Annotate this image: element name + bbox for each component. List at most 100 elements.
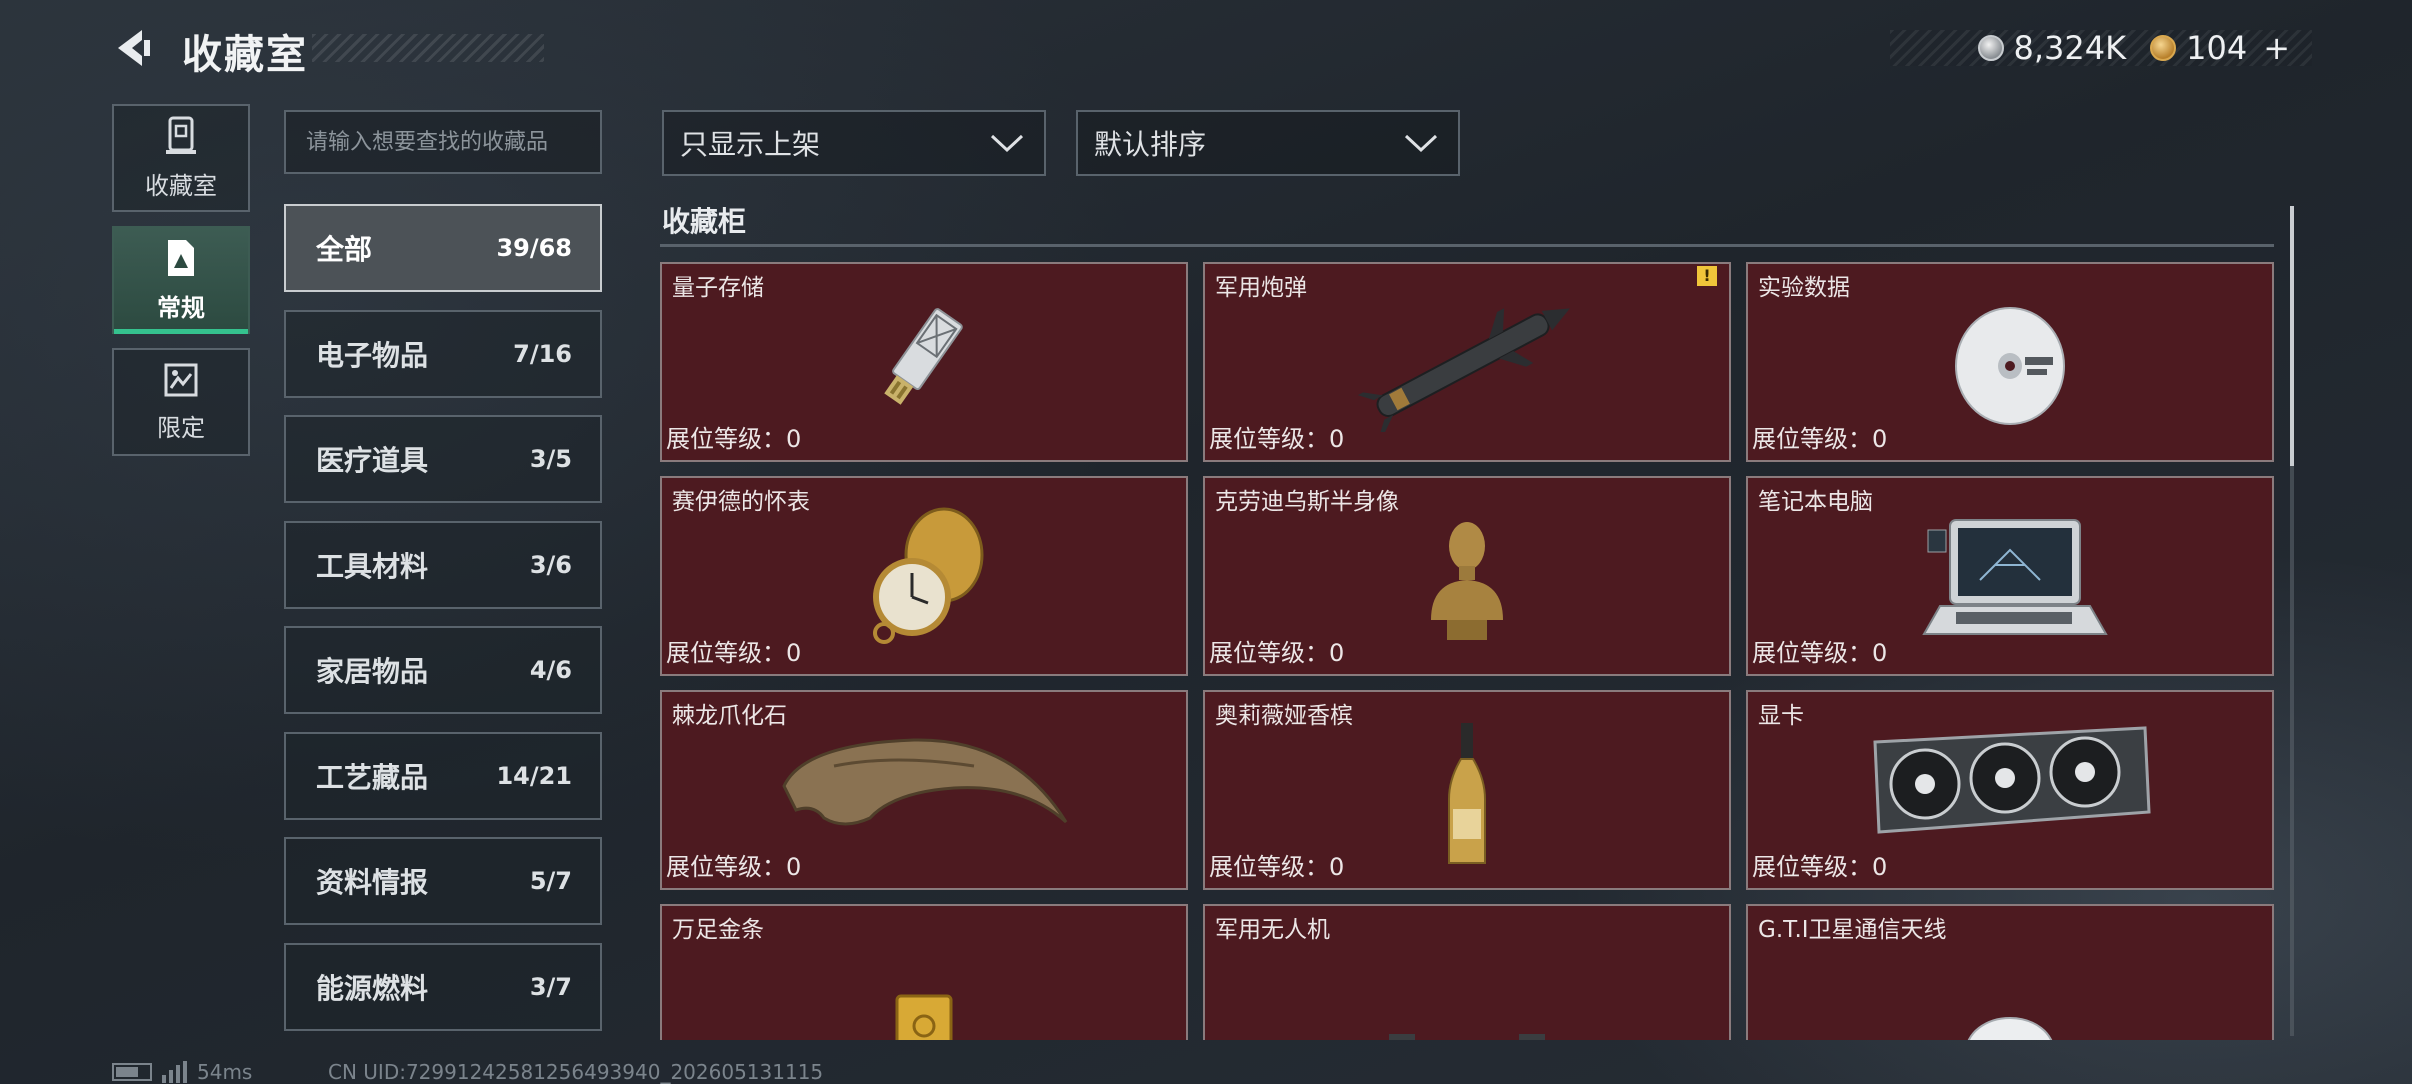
status-footer: 54ms	[112, 1060, 252, 1084]
usb-drive-icon	[884, 308, 963, 405]
category-name: 电子物品	[316, 339, 429, 372]
item-name: G.T.I卫星通信天线	[1758, 917, 1947, 943]
disc-icon	[1955, 306, 2065, 425]
leftnav-regular[interactable]: 常规	[112, 226, 250, 334]
battery-icon	[112, 1063, 152, 1081]
collection-card-pocket-watch[interactable]: 赛伊德的怀表 展位等级：0	[660, 476, 1188, 676]
category-electronics[interactable]: 电子物品 7/16	[284, 310, 602, 398]
category-name: 资料情报	[316, 866, 429, 899]
show-listed-dropdown[interactable]: 只显示上架	[662, 110, 1046, 176]
sort-dropdown[interactable]: 默认排序	[1076, 110, 1460, 176]
silver-currency-value: 8,324K	[2013, 29, 2127, 67]
laptop-icon	[1922, 518, 2108, 635]
category-count: 5/7	[529, 867, 572, 895]
category-name: 家居物品	[316, 655, 429, 688]
item-level: 展位等级：0	[666, 425, 802, 453]
item-level: 展位等级：0	[1752, 425, 1888, 453]
currency-bar: 8,324K 104 +	[1890, 29, 2312, 67]
item-level: 展位等级：0	[666, 853, 802, 881]
item-name: 赛伊德的怀表	[672, 489, 810, 515]
limited-icon	[164, 363, 198, 396]
scrollbar-thumb[interactable]	[2290, 206, 2294, 466]
leftnav-limited[interactable]: 限定	[112, 348, 250, 456]
category-name: 工艺藏品	[316, 761, 429, 794]
leftnav-label: 常规	[157, 293, 205, 322]
collection-card-graphics-card[interactable]: 显卡 展位等级：0	[1746, 690, 2274, 890]
category-intel[interactable]: 资料情报 5/7	[284, 837, 602, 925]
item-name: 军用炮弹	[1215, 275, 1307, 301]
leftnav-label: 限定	[157, 413, 205, 442]
search-input[interactable]	[284, 110, 602, 174]
category-name: 能源燃料	[316, 972, 429, 1005]
chevron-down-icon	[1404, 134, 1438, 153]
collection-card-military-shell[interactable]: 军用炮弹 ! 展位等级：0	[1203, 262, 1731, 462]
item-level: 展位等级：0	[1209, 425, 1345, 453]
category-count: 39/68	[496, 234, 572, 262]
signal-icon	[162, 1061, 187, 1083]
missile-icon	[1357, 308, 1570, 432]
page-title: 收藏室	[182, 32, 308, 78]
category-medical[interactable]: 医疗道具 3/5	[284, 415, 602, 503]
collection-card-gold-bar[interactable]: 万足金条	[660, 904, 1188, 1040]
category-name: 全部	[316, 233, 373, 266]
item-name: 显卡	[1758, 703, 1804, 729]
champagne-icon	[1448, 722, 1486, 864]
collection-card-experiment-data[interactable]: 实验数据 展位等级：0	[1746, 262, 2274, 462]
collection-card-spinosaurus-claw[interactable]: 棘龙爪化石 展位等级：0	[660, 690, 1188, 890]
satellite-dish-icon	[1967, 1017, 2053, 1040]
bust-icon	[1431, 521, 1503, 640]
item-level: 展位等级：0	[1209, 639, 1345, 667]
item-name: 克劳迪乌斯半身像	[1215, 489, 1399, 515]
leftnav-collection-room[interactable]: 收藏室	[112, 104, 250, 212]
item-level: 展位等级：0	[1752, 639, 1888, 667]
collection-card-olivia-champagne[interactable]: 奥莉薇娅香槟 展位等级：0	[1203, 690, 1731, 890]
chevron-down-icon	[990, 134, 1024, 153]
category-name: 医疗道具	[316, 444, 429, 477]
dropdown-value: 默认排序	[1094, 128, 1207, 161]
title-decoration	[312, 34, 544, 62]
category-count: 3/5	[529, 445, 572, 473]
collection-card-gti-satellite-antenna[interactable]: G.T.I卫星通信天线	[1746, 904, 2274, 1040]
category-home[interactable]: 家居物品 4/6	[284, 626, 602, 714]
collection-card-laptop[interactable]: 笔记本电脑 展位等级：0	[1746, 476, 2274, 676]
category-count: 4/6	[529, 656, 572, 684]
collection-card-quantum-storage[interactable]: 量子存储 展位等级：0	[660, 262, 1188, 462]
category-all[interactable]: 全部 39/68	[284, 204, 602, 292]
dropdown-value: 只显示上架	[680, 128, 821, 161]
pocket-watch-icon	[873, 507, 984, 644]
collection-room-icon	[166, 116, 196, 154]
category-tools[interactable]: 工具材料 3/6	[284, 521, 602, 609]
graphics-card-icon	[1873, 726, 2151, 834]
collection-grid: 量子存储 展位等级：0 军用炮弹 ! 展位等级：0 实验数据 展位等级：0 赛伊…	[660, 262, 2276, 1040]
item-name: 万足金条	[672, 917, 764, 943]
category-count: 3/6	[529, 551, 572, 579]
back-arrow-icon[interactable]	[112, 26, 156, 70]
item-level: 展位等级：0	[1209, 853, 1345, 881]
item-name: 实验数据	[1758, 275, 1850, 301]
category-count: 14/21	[496, 762, 572, 790]
category-name: 工具材料	[316, 550, 429, 583]
gold-coin-icon	[2150, 35, 2177, 61]
silver-coin-icon	[1977, 35, 2004, 61]
category-crafts[interactable]: 工艺藏品 14/21	[284, 732, 602, 820]
item-level: 展位等级：0	[666, 639, 802, 667]
gold-bar-icon	[895, 994, 953, 1040]
uid-text: CN UID:72991242581256493940_202605131115	[328, 1060, 824, 1084]
section-title: 收藏柜	[662, 205, 747, 238]
item-name: 奥莉薇娅香槟	[1215, 703, 1353, 729]
item-name: 笔记本电脑	[1758, 489, 1873, 515]
section-divider	[660, 244, 2274, 247]
item-name: 棘龙爪化石	[672, 703, 787, 729]
claw-fossil-icon	[782, 738, 1068, 826]
collection-card-military-drone[interactable]: 军用无人机	[1203, 904, 1731, 1040]
item-name: 军用无人机	[1215, 917, 1330, 943]
gold-currency-value: 104	[2186, 29, 2248, 67]
drone-icon	[1389, 1034, 1545, 1040]
leftnav-label: 收藏室	[145, 171, 217, 200]
category-energy[interactable]: 能源燃料 3/7	[284, 943, 602, 1031]
item-name: 量子存储	[672, 275, 764, 301]
collection-card-claudius-bust[interactable]: 克劳迪乌斯半身像 展位等级：0	[1203, 476, 1731, 676]
category-count: 3/7	[529, 973, 572, 1001]
add-currency-button[interactable]: +	[2263, 29, 2290, 67]
ping-value: 54ms	[197, 1060, 253, 1084]
